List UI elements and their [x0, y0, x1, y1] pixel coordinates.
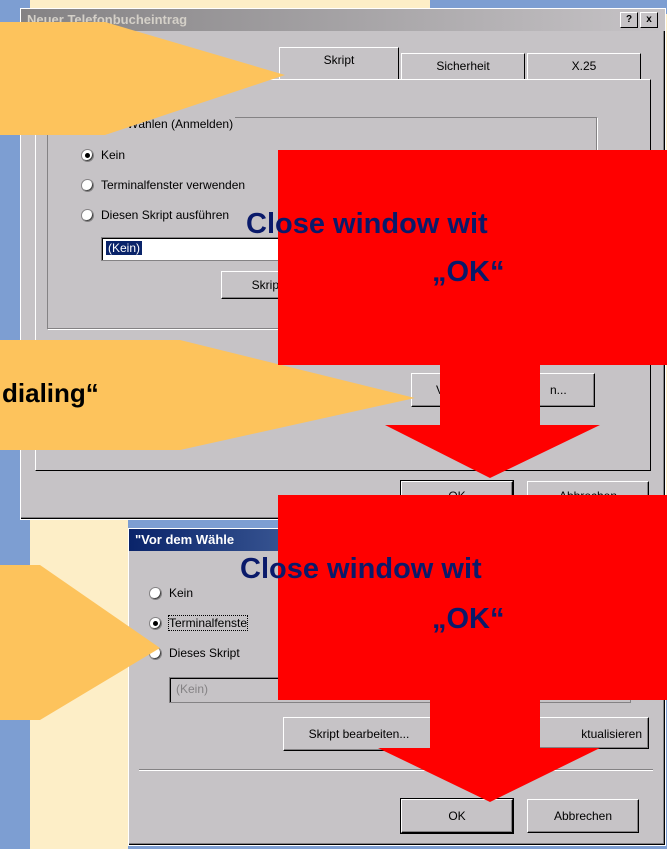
overlay-close-bottom-line2: „OK“: [432, 603, 505, 635]
overlay-arrow-bottom: [378, 698, 600, 802]
overlay-close-bottom-line1: Close window wit: [240, 553, 482, 585]
